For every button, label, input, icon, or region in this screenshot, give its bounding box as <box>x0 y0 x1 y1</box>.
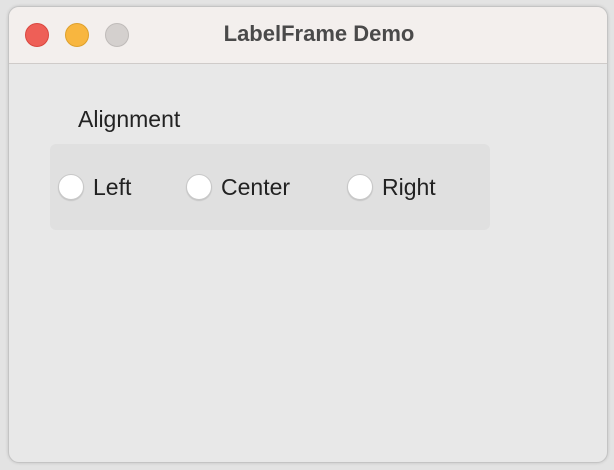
radio-left[interactable]: Left <box>58 144 131 230</box>
radio-circle-icon[interactable] <box>186 174 212 200</box>
alignment-labelframe: Left Center Right <box>50 144 490 230</box>
labelframe-title: Alignment <box>78 106 181 132</box>
radio-center[interactable]: Center <box>186 144 290 230</box>
title-bar[interactable]: LabelFrame Demo <box>9 7 607 64</box>
radio-circle-icon[interactable] <box>58 174 84 200</box>
radio-circle-icon[interactable] <box>347 174 373 200</box>
app-window: LabelFrame Demo Alignment Left Center Ri… <box>8 6 608 463</box>
radio-label: Left <box>93 173 132 200</box>
window-title: LabelFrame Demo <box>223 21 415 46</box>
radio-label: Center <box>221 173 291 200</box>
radio-right[interactable]: Right <box>347 144 436 230</box>
radio-label: Right <box>382 173 436 200</box>
